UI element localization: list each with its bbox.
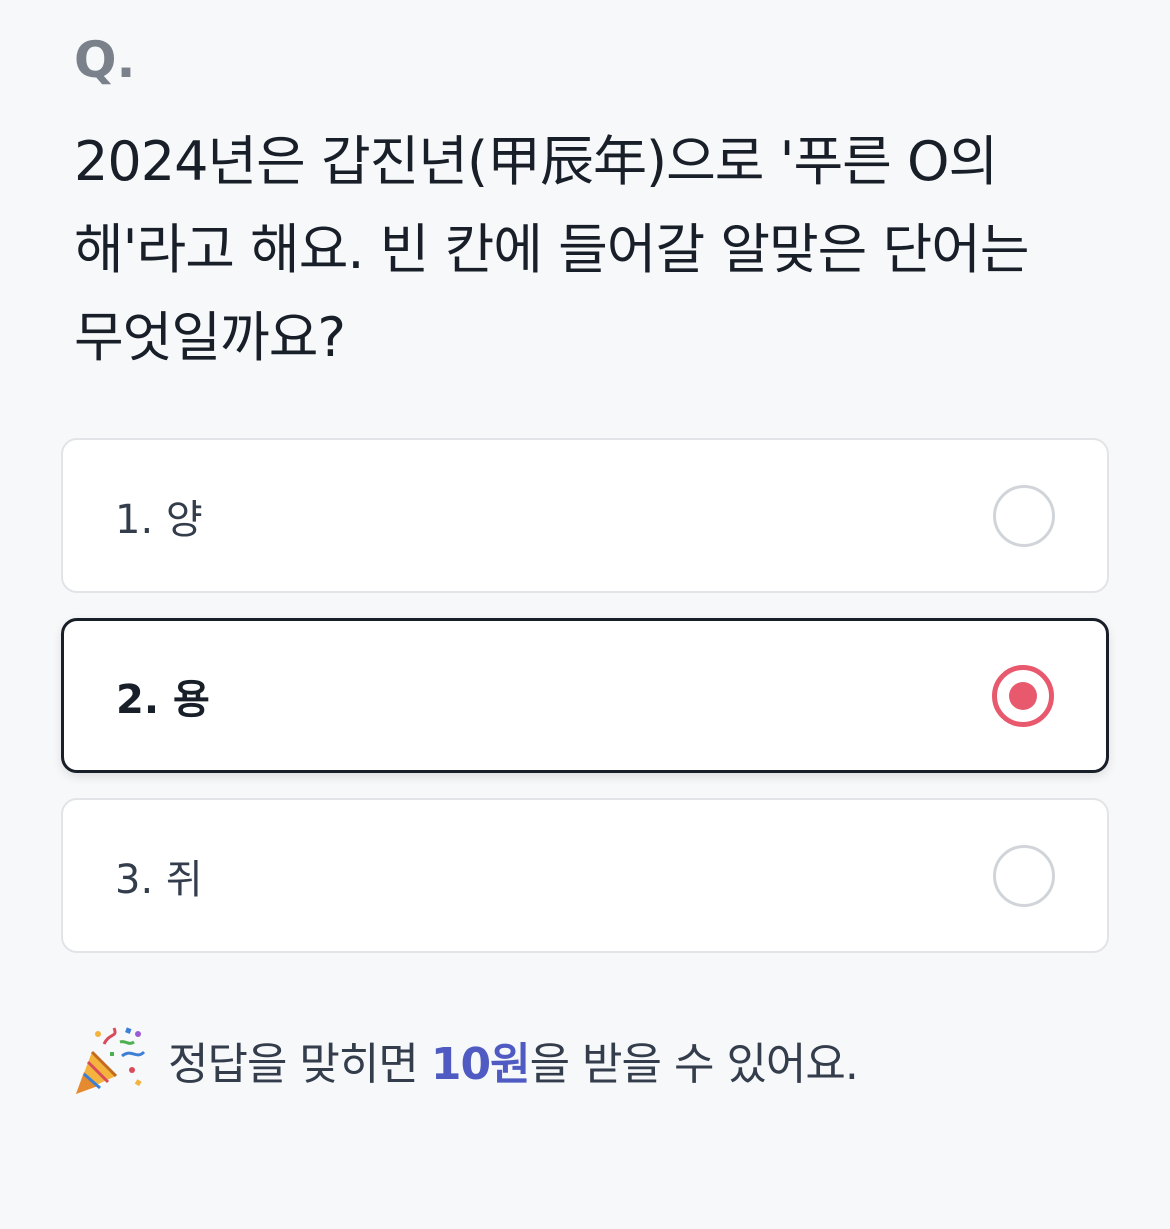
answer-option-label: 3. 쥐 [115, 856, 203, 903]
reward-text-before: 정답을 맞히면 [168, 1039, 431, 1090]
answer-option-1[interactable]: 1. 양 [61, 438, 1109, 593]
answer-option-2[interactable]: 2. 용 [61, 618, 1109, 773]
reward-text-after: 을 받을 수 있어요. [529, 1039, 859, 1090]
question-label: Q. [74, 31, 136, 89]
question-text: 2024년은 갑진년(甲辰年)으로 '푸른 O의 해'라고 해요. 빈 칸에 들… [74, 130, 1030, 369]
radio-button-checked[interactable] [992, 664, 1054, 727]
reward-notice: 정답을 맞히면 10원 을 받을 수 있어요. [70, 1022, 859, 1098]
answer-option-label: 1. 양 [115, 496, 203, 543]
party-popper-icon [76, 1027, 146, 1094]
answer-option-label: 2. 용 [116, 676, 210, 723]
answer-option-3[interactable]: 3. 쥐 [61, 798, 1109, 953]
radio-button-unchecked[interactable] [993, 484, 1055, 547]
answer-options: 1. 양 2. 용 3. 쥐 [61, 438, 1109, 978]
radio-button-unchecked[interactable] [993, 844, 1055, 907]
reward-amount: 10원 [430, 1039, 531, 1090]
